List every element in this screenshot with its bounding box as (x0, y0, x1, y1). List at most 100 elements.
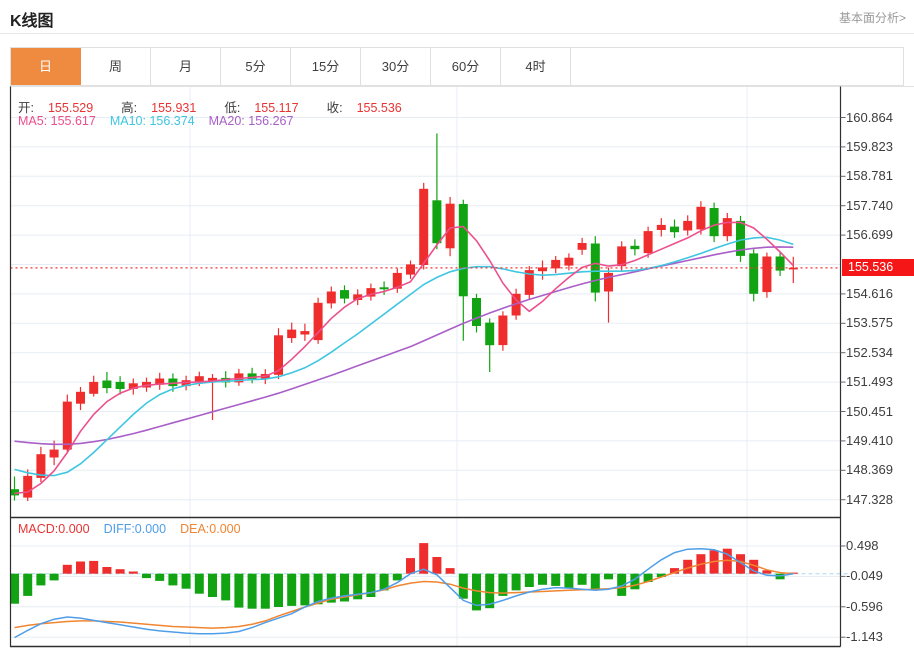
current-price-badge: 155.536 (842, 259, 914, 277)
macd-legend: MACD:0.000 DIFF:0.000 DEA:0.000 (18, 522, 255, 536)
main-y-axis-label: 158.781 (846, 168, 893, 184)
macd-bar (23, 573, 33, 596)
tab-week[interactable]: 周 (81, 48, 151, 85)
ma-legend-ma20: MA20: 156.267 (208, 114, 294, 128)
macd-bar (49, 573, 59, 581)
candle-body (458, 204, 468, 297)
fundamental-analysis-link[interactable]: 基本面分析> (839, 9, 906, 26)
macd-bar (577, 573, 587, 585)
macd-y-axis-label: -0.049 (846, 568, 883, 584)
main-y-axis-label: 153.575 (846, 315, 893, 331)
candle-body (749, 253, 759, 294)
macd-bar (406, 558, 415, 574)
tab-30min[interactable]: 30分 (361, 48, 431, 85)
main-y-axis-label: 160.864 (846, 109, 893, 125)
candle-body (577, 243, 587, 250)
candle-body (76, 391, 85, 404)
main-y-axis-label: 150.451 (846, 403, 893, 419)
candle-body (419, 188, 429, 265)
macd-bar (564, 573, 574, 589)
candle-body (472, 298, 481, 326)
candle-body (696, 206, 706, 230)
macd-bar (234, 573, 244, 608)
candle-body (300, 331, 310, 335)
macd-bar (115, 569, 125, 574)
macd-bar (181, 573, 191, 589)
main-y-axis-label: 159.823 (846, 138, 893, 154)
tab-4hour[interactable]: 4时 (501, 48, 571, 85)
candle-body (485, 322, 495, 346)
macd-legend-dea: DEA:0.000 (180, 522, 241, 536)
tab-15min[interactable]: 15分 (291, 48, 361, 85)
macd-bar (260, 573, 270, 609)
macd-bar (247, 573, 257, 609)
macd-bar (604, 573, 613, 580)
macd-legend-macd: MACD:0.000 (18, 522, 90, 536)
candle-body (62, 401, 72, 450)
page-title: K线图 (10, 13, 54, 30)
ma-legend: MA5: 155.617 MA10: 156.374 MA20: 156.267 (18, 114, 307, 128)
macd-bar (511, 573, 521, 591)
macd-bar (76, 561, 85, 574)
main-y-axis-label: 152.534 (846, 344, 893, 360)
macd-y-axis-label: 0.498 (846, 538, 879, 553)
macd-bar (300, 573, 310, 606)
axis-ticks (840, 117, 846, 638)
macd-bar (445, 568, 455, 574)
candle-body (313, 302, 323, 341)
candle-body (326, 291, 336, 304)
macd-bar (313, 573, 323, 605)
ohlc-open: 开: 155.529 (18, 101, 94, 115)
main-y-axis-label: 149.410 (846, 432, 893, 448)
macd-bar (62, 564, 72, 574)
main-y-axis-label: 151.493 (846, 374, 893, 390)
macd-bar (458, 573, 468, 599)
macd-bar (538, 573, 547, 585)
main-y-axis-label: 148.369 (846, 462, 893, 478)
main-y-axis-label: 147.328 (846, 491, 893, 507)
main-plot-area[interactable] (10, 86, 841, 518)
tab-60min[interactable]: 60分 (431, 48, 501, 85)
candle-body (432, 200, 442, 244)
macd-bar (274, 573, 283, 607)
main-y-axis-label: 156.699 (846, 227, 893, 243)
macd-bar (524, 573, 534, 587)
main-y-axis-label: 154.616 (846, 285, 893, 301)
candle-body (115, 381, 125, 389)
macd-bar (36, 573, 46, 586)
candle-body (445, 203, 455, 249)
candle-body (340, 290, 349, 299)
candle-body (379, 287, 389, 290)
macd-bar (392, 573, 402, 581)
macd-y-axis-label: -1.143 (846, 629, 883, 645)
candle-body (564, 257, 574, 266)
candle-body (406, 264, 415, 275)
kline-widget: K线图 基本面分析> 日周月 5分 15分 30分 60分 4时 开: 155.529 高: 1… (0, 0, 914, 652)
tab-day[interactable]: 日 (11, 48, 81, 85)
macd-legend-diff: DIFF:0.000 (103, 522, 167, 536)
candle-body (23, 475, 33, 498)
candle-body (709, 208, 719, 237)
macd-bar (10, 573, 19, 604)
ohlc-low: 低: 155.117 (224, 101, 299, 115)
macd-bar (221, 573, 231, 601)
macd-bar (208, 573, 217, 597)
candle-body (656, 224, 666, 230)
macd-y-axis-label: -0.596 (846, 598, 883, 614)
candle-body (630, 245, 640, 250)
macd-bar (590, 573, 600, 591)
candle-body (643, 231, 653, 254)
tab-month[interactable]: 月 (151, 48, 221, 85)
ohlc-close: 收: 155.536 (326, 101, 402, 115)
macd-bar (102, 567, 112, 574)
period-tabbar: 日周月 5分 15分 30分 60分 4时 (10, 47, 904, 86)
macd-bar (551, 573, 561, 586)
ma-legend-ma10: MA10: 156.374 (109, 114, 195, 128)
macd-bar (194, 573, 204, 594)
macd-bar (142, 573, 151, 579)
tab-5min[interactable]: 5分 (221, 48, 291, 85)
candle-body (498, 315, 508, 346)
candle-body (722, 218, 732, 237)
ma-legend-ma5: MA5: 155.617 (18, 114, 96, 128)
candle-body (89, 381, 99, 394)
